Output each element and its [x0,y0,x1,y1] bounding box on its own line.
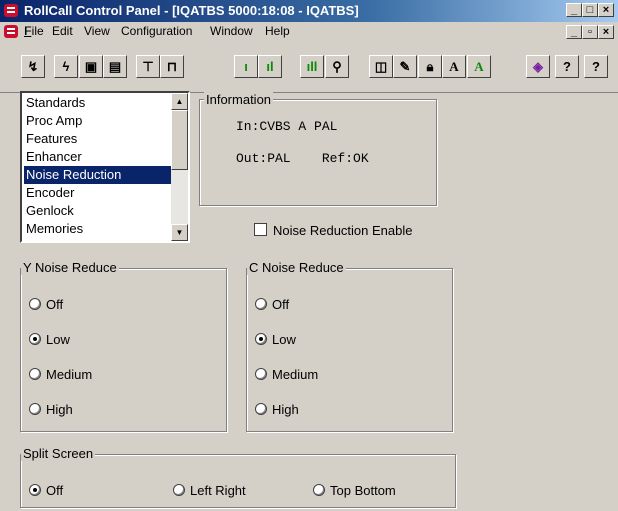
list-item-features[interactable]: Features [24,130,172,148]
radio-icon[interactable] [29,368,41,380]
scroll-down-icon[interactable]: ▼ [171,224,188,241]
y-noise-high-radio[interactable]: High [29,402,73,417]
radio-label: Off [272,297,290,312]
connect-icon[interactable]: ↯ [21,55,45,78]
mdi-close-button[interactable]: × [598,25,614,39]
radio-label: Top Bottom [330,483,396,498]
save-icon[interactable]: ▣ [79,55,103,78]
list-item-memories[interactable]: Memories [24,220,172,238]
checkbox-box[interactable] [254,223,267,236]
save-all-icon[interactable]: ▤ [103,55,127,78]
signal-bar-2-icon[interactable]: ıl [258,55,282,78]
toolbar: ↯ ϟ ▣ ▤ ⊤ ⊓ ı ıl ıll ⚲ ◫ ✎ 🔒︎ A A ◈ ? ? [0,42,618,93]
radio-label: Medium [272,367,319,382]
lock-icon[interactable]: 🔒︎ [418,55,442,78]
radio-selected-icon[interactable] [29,333,41,345]
c-noise-medium-radio[interactable]: Medium [255,367,318,382]
app-icon[interactable] [4,4,18,17]
menu-edit[interactable]: Edit [52,24,73,38]
c-noise-high-radio[interactable]: High [255,402,299,417]
minimize-button[interactable]: _ [566,3,582,17]
y-noise-off-radio[interactable]: Off [29,297,63,312]
question-icon[interactable]: ? [584,55,608,78]
font-a-icon[interactable]: A [442,55,466,78]
radio-icon[interactable] [29,403,41,415]
menu-view[interactable]: View [84,24,110,38]
list-item-encoder[interactable]: Encoder [24,184,172,202]
c-noise-reduce-label: C Noise Reduce [247,260,346,275]
output-status: Out:PAL Ref:OK [236,151,369,166]
mdi-minimize-button[interactable]: _ [566,25,582,39]
split-top-bottom-radio[interactable]: Top Bottom [313,483,396,498]
window-title: RollCall Control Panel - [IQATBS 5000:18… [24,3,359,18]
help-icon[interactable]: ? [555,55,579,78]
c-noise-off-radio[interactable]: Off [255,297,289,312]
c-noise-low-radio[interactable]: Low [255,332,296,347]
diary-icon[interactable]: ◈ [526,55,550,78]
information-label: Information [204,92,274,107]
menu-help[interactable]: Help [265,24,290,38]
radio-label: Left Right [190,483,246,498]
radio-label: High [272,402,299,417]
split-screen-group: Split Screen Off Left Right Top Bottom [20,446,456,508]
radio-icon[interactable] [29,298,41,310]
radio-label: Off [46,483,64,498]
radio-selected-icon[interactable] [29,484,41,496]
menu-window[interactable]: Window [210,24,253,38]
c-noise-reduce-group: C Noise Reduce Off Low Medium High [246,260,453,432]
radio-label: Low [272,332,296,347]
close-button[interactable]: × [598,3,614,17]
menu-file[interactable]: FFile [24,24,44,38]
radio-selected-icon[interactable] [255,333,267,345]
document-icon[interactable] [4,25,18,38]
device-icon[interactable]: ⊓ [160,55,184,78]
search-key-icon[interactable]: ⚲ [325,55,349,78]
radio-label: Medium [46,367,93,382]
signal-bar-1-icon[interactable]: ı [234,55,258,78]
radio-label: Low [46,332,70,347]
edit-icon[interactable]: ✎ [393,55,417,78]
title-bar[interactable]: RollCall Control Panel - [IQATBS 5000:18… [0,0,618,22]
book-icon[interactable]: ◫ [369,55,393,78]
split-left-right-radio[interactable]: Left Right [173,483,246,498]
list-item-noise-reduction[interactable]: Noise Reduction [24,166,172,184]
maximize-button[interactable]: □ [582,3,598,17]
lightning-icon[interactable]: ϟ [54,55,78,78]
split-off-radio[interactable]: Off [29,483,63,498]
listbox-scrollbar[interactable]: ▲ ▼ [171,93,188,241]
information-group: Information In:CVBS A PAL Out:PAL Ref:OK [199,92,437,206]
radio-icon[interactable] [313,484,325,496]
input-status: In:CVBS A PAL [236,119,338,134]
list-item-genlock[interactable]: Genlock [24,202,172,220]
font-a-green-icon[interactable]: A [467,55,491,78]
menu-configuration[interactable]: Configuration [121,24,192,38]
y-noise-reduce-group: Y Noise Reduce Off Low Medium High [20,260,227,432]
list-item-proc-amp[interactable]: Proc Amp [24,112,172,130]
list-item-enhancer[interactable]: Enhancer [24,148,172,166]
y-noise-medium-radio[interactable]: Medium [29,367,92,382]
split-screen-label: Split Screen [21,446,96,461]
menu-bar: FFile Edit View Configuration Window Hel… [0,22,618,42]
radio-icon[interactable] [173,484,185,496]
radio-label: High [46,402,73,417]
scroll-thumb[interactable] [171,110,188,170]
y-noise-reduce-label: Y Noise Reduce [21,260,119,275]
radio-label: Off [46,297,64,312]
network-icon[interactable]: ⊤ [136,55,160,78]
radio-icon[interactable] [255,298,267,310]
radio-icon[interactable] [255,403,267,415]
category-listbox[interactable]: Standards Proc Amp Features Enhancer Noi… [20,91,190,243]
scroll-up-icon[interactable]: ▲ [171,93,188,110]
signal-bar-3-icon[interactable]: ıll [300,55,324,78]
list-item-standards[interactable]: Standards [24,94,172,112]
noise-reduction-enable-checkbox[interactable]: Noise Reduction Enable [254,223,412,238]
y-noise-low-radio[interactable]: Low [29,332,70,347]
radio-icon[interactable] [255,368,267,380]
mdi-restore-button[interactable]: ▫ [582,25,598,39]
noise-reduction-enable-label: Noise Reduction Enable [273,223,413,238]
